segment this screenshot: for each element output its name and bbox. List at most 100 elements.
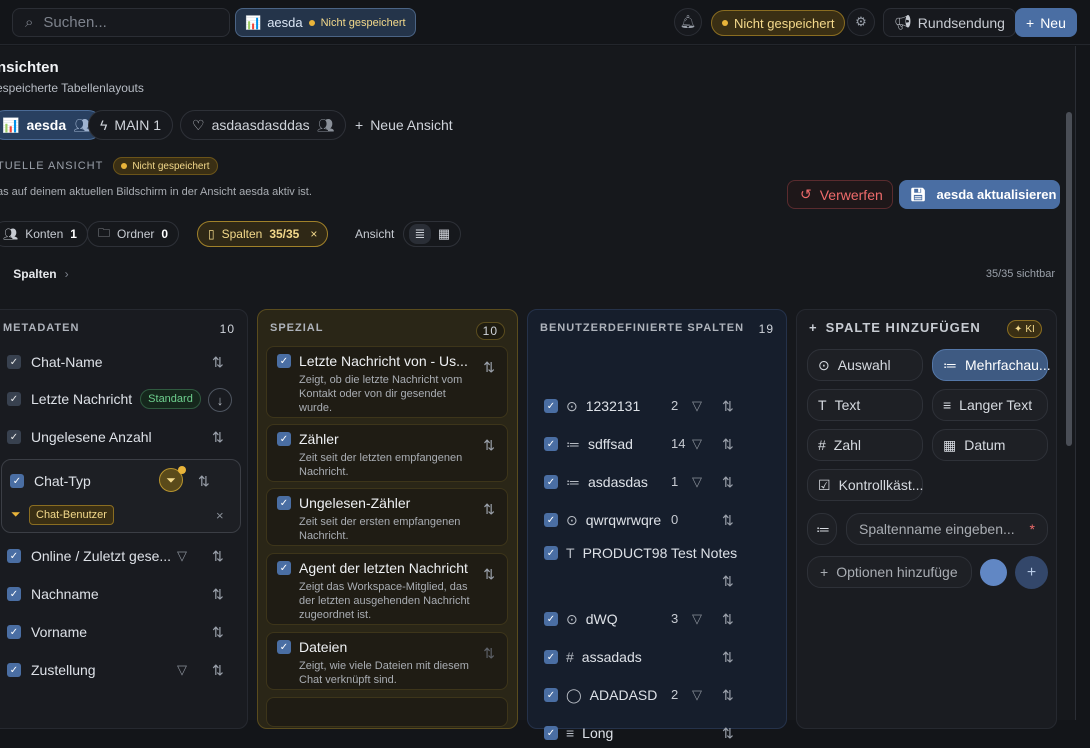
list-item[interactable]: ✓ Vorname: [7, 617, 87, 647]
bell-icon[interactable]: 🔔︎: [674, 8, 702, 36]
chip-ordner[interactable]: 🗀 Ordner 0: [87, 221, 180, 247]
list-icon: ≔: [566, 435, 580, 452]
list-icon[interactable]: ≔: [807, 513, 837, 545]
type-select[interactable]: ⊙ Auswahl: [807, 349, 923, 381]
sort-icon[interactable]: ⇅: [212, 624, 224, 641]
sort-icon: ⇅: [483, 437, 495, 453]
new-view-button[interactable]: + Neue Ansicht: [343, 110, 465, 140]
table-row[interactable]: ✓ ◯ ADADASD: [544, 680, 657, 710]
new-button[interactable]: + Neu: [1015, 8, 1077, 37]
list-item[interactable]: ✓ Nachname: [7, 579, 99, 609]
chip-spalten[interactable]: ▯ Spalten 35/35 ×: [197, 221, 329, 247]
sort-down-icon[interactable]: ↓: [208, 388, 232, 412]
type-number[interactable]: # Zahl: [807, 429, 923, 461]
view-mode-toggle[interactable]: ≣ ▦: [403, 221, 461, 247]
circle-icon: ⊙: [818, 356, 830, 373]
standard-badge: Standard: [140, 389, 201, 409]
gear-icon[interactable]: ⚙: [847, 8, 875, 36]
search-input[interactable]: ⌕ Suchen...: [12, 8, 230, 37]
list-item[interactable]: ✓ Chat-Name: [7, 347, 103, 377]
sort-icon[interactable]: ⇅: [722, 687, 734, 704]
type-long-text[interactable]: ≡ Langer Text: [932, 389, 1048, 421]
broadcast-button[interactable]: 📢︎ Rundsendung: [883, 8, 1016, 37]
sort-icon[interactable]: ⇅: [722, 398, 734, 415]
scrollbar[interactable]: [1066, 112, 1072, 446]
table-row[interactable]: ✓ ≔ asdasdas: [544, 467, 648, 497]
hash-icon: #: [818, 437, 826, 453]
sort-icon[interactable]: ⇅: [212, 586, 224, 603]
sort-icon[interactable]: ⇅: [212, 548, 224, 565]
special-card[interactable]: ✓ Ungelesen-Zähler Zeit seit der ersten em…: [266, 488, 508, 546]
special-card[interactable]: ✓ Agent der letzten Nachricht Zeigt das Wo…: [266, 553, 508, 625]
tab-main1[interactable]: ϟ MAIN 1: [88, 110, 174, 140]
sort-icon[interactable]: ⇅: [198, 473, 210, 490]
sort-icon[interactable]: ⇅: [722, 573, 734, 590]
sort-icon[interactable]: ⇅: [722, 436, 734, 453]
sort-icon[interactable]: ⇅: [722, 649, 734, 666]
chip-konten[interactable]: 👥︎ Konten 1: [0, 221, 88, 247]
folder-icon: 🗀: [98, 225, 111, 240]
plus-icon: +: [1026, 14, 1035, 31]
special-card[interactable]: ✓ Zähler Zeit seit der letzten empfangenen…: [266, 424, 508, 482]
sort-icon: ⇅: [483, 645, 495, 661]
unsaved-dot: [308, 19, 315, 26]
ai-badge[interactable]: ✦ KI: [1007, 320, 1042, 338]
current-view-pill[interactable]: 📊 aesda Nicht gespeichert: [235, 8, 416, 37]
filter-icon[interactable]: ▽: [177, 662, 187, 678]
filter-icon[interactable]: ▽: [692, 474, 702, 490]
sort-icon[interactable]: ⇅: [722, 611, 734, 628]
filter-icon[interactable]: ▽: [692, 436, 702, 452]
filter-icon[interactable]: ▽: [692, 611, 702, 627]
discard-button[interactable]: ↺ Verwerfen: [787, 180, 893, 209]
add-option-button[interactable]: +: [1015, 556, 1048, 589]
top-bar: ⌕ Suchen... 📊 aesda Nicht gespeichert 🔔︎…: [0, 0, 1090, 45]
filter-icon[interactable]: ▽: [177, 548, 187, 564]
table-row[interactable]: ✓ ⊙ qwrqwrwqre: [544, 505, 661, 535]
type-text[interactable]: T Text: [807, 389, 923, 421]
special-card[interactable]: ✓ Letzte Nachricht von - Us... Zeigt, ob d…: [266, 346, 508, 418]
table-row[interactable]: ✓ ≔ sdffsad: [544, 429, 633, 459]
page-title: nsichten: [0, 59, 59, 76]
update-view-button[interactable]: 💾︎ aesda aktualisieren: [899, 180, 1060, 209]
table-row[interactable]: ✓ ⊙ 1232131: [544, 391, 640, 421]
chat-type-card[interactable]: ✓ Chat-Typ ⏷ ⇅ ⏷ Chat-Benutzer ×: [1, 459, 241, 533]
list-item[interactable]: ✓ Letzte Nachricht Standard: [7, 384, 201, 414]
type-date[interactable]: ▦ Datum: [932, 429, 1048, 461]
special-card[interactable]: [266, 697, 508, 727]
sort-icon[interactable]: ⇅: [212, 429, 224, 446]
sort-icon[interactable]: ⇅: [722, 474, 734, 491]
list-item[interactable]: ✓ Ungelesene Anzahl: [7, 422, 152, 452]
plus-icon: +: [820, 564, 829, 580]
table-row[interactable]: ✓ ⊙ dWQ: [544, 604, 618, 634]
sort-icon[interactable]: ⇅: [212, 662, 224, 679]
users-icon: 👥︎: [316, 116, 335, 133]
type-checkbox[interactable]: ☑ Kontrollkäst...: [807, 469, 923, 501]
unsaved-badge[interactable]: Nicht gespeichert: [711, 10, 846, 36]
sort-icon[interactable]: ⇅: [722, 512, 734, 529]
count-label: 2: [671, 398, 679, 413]
list-item[interactable]: ✓ Zustellung: [7, 655, 96, 685]
column-name-input[interactable]: Spaltenname eingeben... *: [846, 513, 1048, 545]
list-item[interactable]: ✓ Online / Zuletzt gese...: [7, 541, 171, 571]
plus-icon: +: [809, 320, 818, 335]
table-row[interactable]: ✓ # assadads: [544, 642, 642, 672]
filter-icon[interactable]: ▽: [692, 687, 702, 703]
type-multiselect[interactable]: ≔ Mehrfachau...: [932, 349, 1051, 381]
sort-icon[interactable]: ⇅: [212, 354, 224, 371]
options-input[interactable]: + Optionen hinzufüge: [807, 556, 972, 588]
tab-asdaasdasddas[interactable]: ♡ asdaasdasddas 👥︎: [180, 110, 347, 140]
color-swatch[interactable]: [980, 559, 1007, 586]
breadcrumb[interactable]: ▏ Spalten ›: [0, 267, 69, 281]
special-card[interactable]: ✓ Dateien Zeigt, wie viele Dateien mit die…: [266, 632, 508, 690]
close-icon: ×: [310, 227, 318, 241]
count-label: 3: [671, 611, 679, 626]
bolt-icon: ϟ: [100, 117, 108, 133]
table-row[interactable]: ✓ T PRODUCT98 Test Notes: [544, 538, 737, 568]
filter-icon: ⏷: [11, 507, 21, 521]
filter-icon[interactable]: ▽: [692, 398, 702, 414]
metadata-column: METADATEN 10 ✓ Chat-Name ⇅ ✓ Letzte Nachric…: [0, 309, 248, 729]
sort-icon: ⇅: [483, 501, 495, 517]
sort-icon[interactable]: ⇅: [722, 725, 734, 742]
close-icon[interactable]: ×: [216, 508, 224, 523]
table-row[interactable]: ✓ ≡ Long: [544, 718, 613, 748]
